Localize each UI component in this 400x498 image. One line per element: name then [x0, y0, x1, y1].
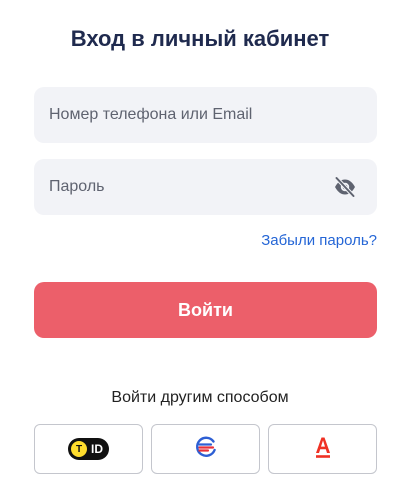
- tinkoff-id-button[interactable]: T ID: [34, 424, 143, 474]
- alfa-logo-icon: [313, 435, 333, 464]
- password-field[interactable]: [34, 159, 377, 215]
- sber-id-icon: [194, 435, 218, 464]
- eye-off-icon[interactable]: [333, 176, 357, 198]
- page-title: Вход в личный кабинет: [70, 26, 330, 51]
- alt-login-title: Войти другим способом: [111, 389, 289, 406]
- login-field[interactable]: [34, 87, 377, 143]
- forgot-password-link[interactable]: Забыли пароль?: [261, 232, 377, 249]
- phone-or-email-input[interactable]: [34, 87, 377, 143]
- password-input[interactable]: [34, 159, 377, 215]
- tinkoff-id-logo: T ID: [68, 438, 109, 460]
- login-button[interactable]: Войти: [34, 282, 377, 338]
- tinkoff-shield-icon: T: [71, 441, 87, 457]
- sber-id-button[interactable]: [151, 424, 260, 474]
- login-form: Вход в личный кабинет Забыли пароль? Вой…: [0, 0, 400, 498]
- tinkoff-id-label: ID: [91, 442, 103, 456]
- alfa-button[interactable]: [268, 424, 377, 474]
